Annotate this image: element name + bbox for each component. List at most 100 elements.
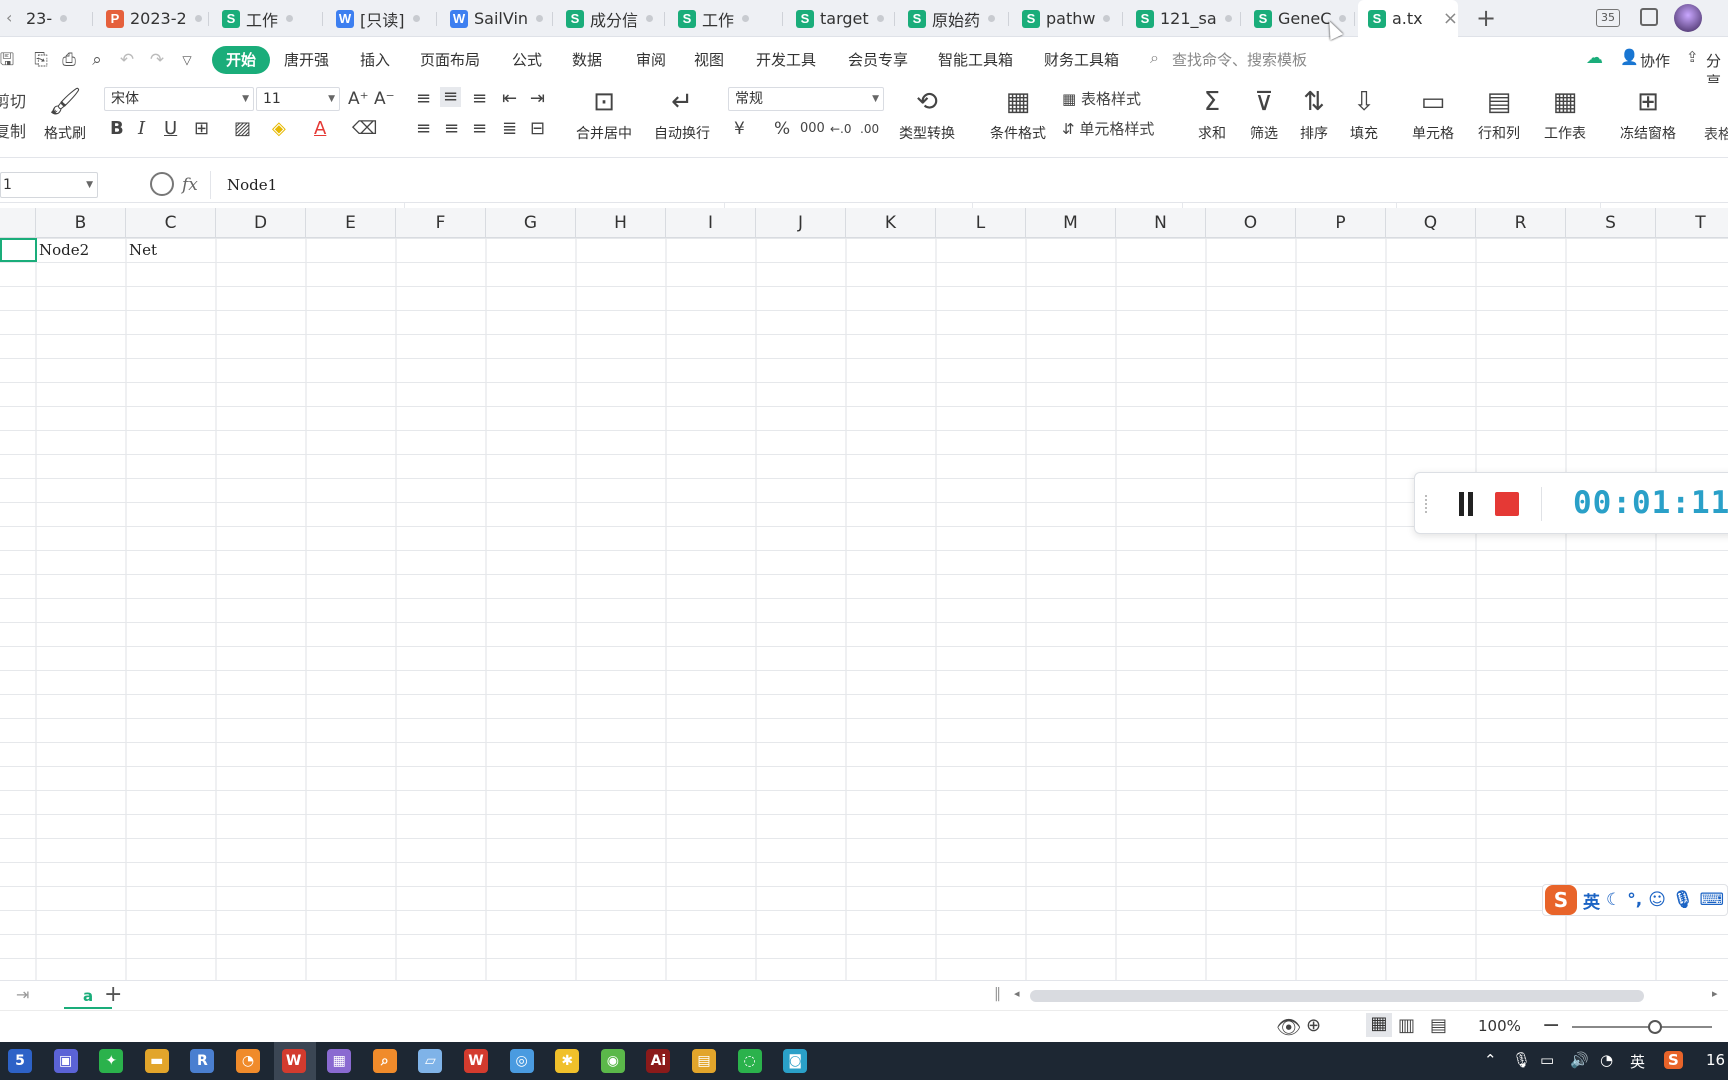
save-icon[interactable]: 🖫 bbox=[0, 49, 18, 71]
last-sheet-icon[interactable]: ⇥ bbox=[16, 985, 29, 1004]
pause-icon[interactable] bbox=[1455, 492, 1477, 516]
ime-mode[interactable]: 英 bbox=[1583, 888, 1600, 913]
menu-tab-2[interactable]: 插入 bbox=[360, 46, 390, 74]
scroll-left-icon[interactable]: ◂ bbox=[1014, 987, 1020, 1000]
jupyter-icon[interactable]: ◔ bbox=[236, 1049, 260, 1073]
increase-decimal-icon[interactable]: ←.0 bbox=[830, 119, 852, 139]
column-header-M[interactable]: M bbox=[1026, 208, 1116, 238]
sum-button[interactable]: Σ 求和 bbox=[1190, 87, 1234, 143]
tray-chevron-icon[interactable]: ⌃ bbox=[1484, 1051, 1497, 1069]
column-header-R[interactable]: R bbox=[1476, 208, 1566, 238]
export-icon[interactable]: ⎘ bbox=[30, 49, 52, 71]
search-app-icon[interactable]: ⌕ bbox=[372, 1049, 397, 1073]
undo-icon[interactable]: ↶ bbox=[116, 49, 138, 71]
copy-button[interactable]: 复制 bbox=[0, 122, 26, 142]
underline-icon[interactable]: U bbox=[164, 119, 177, 139]
avatar[interactable] bbox=[1674, 4, 1702, 32]
view-options-icon[interactable]: ⊕ bbox=[1306, 1015, 1321, 1036]
bird-app-icon[interactable]: ✦ bbox=[99, 1049, 124, 1073]
menu-tab-1[interactable]: 唐开强 bbox=[284, 46, 329, 74]
wrap-text-button[interactable]: ↵ 自动换行 bbox=[648, 87, 716, 143]
align-center-icon[interactable]: ≡ bbox=[444, 119, 459, 139]
wps-icon[interactable]: W bbox=[464, 1049, 488, 1073]
illustrator-icon[interactable]: Ai bbox=[646, 1049, 671, 1073]
scroll-right-icon[interactable]: ▸ bbox=[1712, 987, 1718, 1000]
freeze-panes-button[interactable]: ⊞ 冻结窗格 bbox=[1612, 87, 1684, 143]
column-header-I[interactable]: I bbox=[666, 208, 756, 238]
type-convert-button[interactable]: ⟲ 类型转换 bbox=[890, 87, 964, 143]
tab-5[interactable]: S 成分信 bbox=[556, 0, 662, 37]
cell-fill-pattern-icon[interactable]: ▨ bbox=[234, 119, 251, 139]
add-sheet-button[interactable]: + bbox=[104, 982, 122, 1007]
corner-select-all[interactable] bbox=[0, 208, 36, 238]
border-icon[interactable]: ⊞ bbox=[194, 119, 209, 139]
wifi-icon[interactable]: ◔ bbox=[1600, 1051, 1613, 1069]
align-bottom-icon[interactable]: ≡ bbox=[472, 89, 487, 109]
cloud-sync-icon[interactable]: ☁ bbox=[1586, 48, 1603, 68]
horizontal-scrollbar[interactable] bbox=[1030, 990, 1644, 1002]
redo-icon[interactable]: ↷ bbox=[146, 49, 168, 71]
moon-icon[interactable]: ☾ bbox=[1606, 890, 1621, 910]
tab-4[interactable]: W SailVin bbox=[440, 0, 550, 37]
formula-input[interactable]: Node1 bbox=[210, 171, 1728, 199]
column-header-S[interactable]: S bbox=[1566, 208, 1656, 238]
keyboard-icon[interactable]: ⌨ bbox=[1700, 890, 1725, 910]
tool-app-icon[interactable]: ✱ bbox=[555, 1049, 580, 1073]
menu-tab-9[interactable]: 会员专享 bbox=[848, 46, 908, 74]
active-cell[interactable] bbox=[0, 238, 37, 262]
name-box[interactable]: 1 ▼ bbox=[0, 172, 98, 198]
print-preview-icon[interactable]: ⌕ bbox=[86, 49, 108, 71]
fx-icon[interactable]: fx bbox=[182, 175, 198, 195]
decrease-font-icon[interactable]: A⁻ bbox=[374, 89, 395, 109]
grid-apps-icon[interactable] bbox=[1640, 8, 1658, 26]
browser-app-icon[interactable]: ◉ bbox=[600, 1049, 625, 1073]
sogou-logo-icon[interactable]: S bbox=[1545, 885, 1577, 915]
menu-tab-8[interactable]: 开发工具 bbox=[756, 46, 816, 74]
wps-active-icon[interactable]: W bbox=[281, 1049, 306, 1073]
decrease-decimal-icon[interactable]: .00 bbox=[860, 119, 879, 139]
percent-icon[interactable]: % bbox=[774, 119, 790, 139]
justify-icon[interactable]: ≣ bbox=[502, 119, 517, 139]
wechat-icon[interactable]: ◌ bbox=[737, 1049, 762, 1073]
menu-tab-7[interactable]: 视图 bbox=[694, 46, 724, 74]
clear-format-icon[interactable]: ⌫ bbox=[352, 119, 377, 139]
worksheet-button[interactable]: ▦ 工作表 bbox=[1536, 87, 1594, 143]
volume-icon[interactable]: 🔊 bbox=[1570, 1051, 1589, 1069]
search-icon[interactable]: ⌕ bbox=[1150, 48, 1159, 68]
decrease-indent-icon[interactable]: ⇤ bbox=[502, 89, 517, 109]
conditional-format-button[interactable]: ▦ 条件格式 bbox=[982, 87, 1054, 143]
column-header-N[interactable]: N bbox=[1116, 208, 1206, 238]
sort-button[interactable]: ⇅ 排序 bbox=[1292, 87, 1336, 143]
font-name-select[interactable]: 宋体 ▼ bbox=[104, 87, 254, 111]
tab-8[interactable]: S 原始药 bbox=[898, 0, 1006, 37]
tab-1[interactable]: P 2023-2 bbox=[96, 0, 206, 37]
column-header-D[interactable]: D bbox=[216, 208, 306, 238]
cell-style-button[interactable]: ⇵ 单元格样式 bbox=[1062, 119, 1154, 139]
menu-tab-11[interactable]: 财务工具箱 bbox=[1044, 46, 1119, 74]
align-middle-icon[interactable]: ≡ bbox=[440, 87, 462, 107]
file-explorer-icon[interactable]: ▬ bbox=[144, 1049, 169, 1073]
currency-icon[interactable]: ¥ bbox=[734, 119, 745, 139]
column-header-B[interactable]: B bbox=[36, 208, 126, 238]
cut-button[interactable]: 剪切 bbox=[0, 92, 26, 112]
tab-6[interactable]: S 工作 bbox=[668, 0, 780, 37]
column-header-P[interactable]: P bbox=[1296, 208, 1386, 238]
print-icon[interactable]: ⎙ bbox=[58, 49, 80, 71]
menu-tab-6[interactable]: 审阅 bbox=[636, 46, 666, 74]
zoom-slider-thumb[interactable] bbox=[1648, 1020, 1662, 1034]
align-right-icon[interactable]: ≡ bbox=[472, 119, 487, 139]
column-header-E[interactable]: E bbox=[306, 208, 396, 238]
cloud-app-icon[interactable]: ◎ bbox=[509, 1049, 534, 1073]
punctuation-icon[interactable]: °, bbox=[1627, 890, 1642, 910]
zoom-slider[interactable] bbox=[1572, 1026, 1712, 1028]
fill-button[interactable]: ⇩ 填充 bbox=[1342, 87, 1386, 143]
zoom-level[interactable]: 100% bbox=[1478, 1017, 1521, 1035]
zoom-formula-icon[interactable] bbox=[150, 172, 174, 196]
column-header-T[interactable]: T bbox=[1656, 208, 1728, 238]
tab-7[interactable]: Starget bbox=[786, 0, 892, 37]
column-header-Q[interactable]: Q bbox=[1386, 208, 1476, 238]
italic-icon[interactable]: I bbox=[138, 119, 145, 139]
image-viewer-icon[interactable]: ▦ bbox=[327, 1049, 352, 1073]
taskbar-app-icon[interactable]: 5 bbox=[8, 1049, 32, 1073]
notes-app-icon[interactable]: ▱ bbox=[418, 1049, 443, 1073]
